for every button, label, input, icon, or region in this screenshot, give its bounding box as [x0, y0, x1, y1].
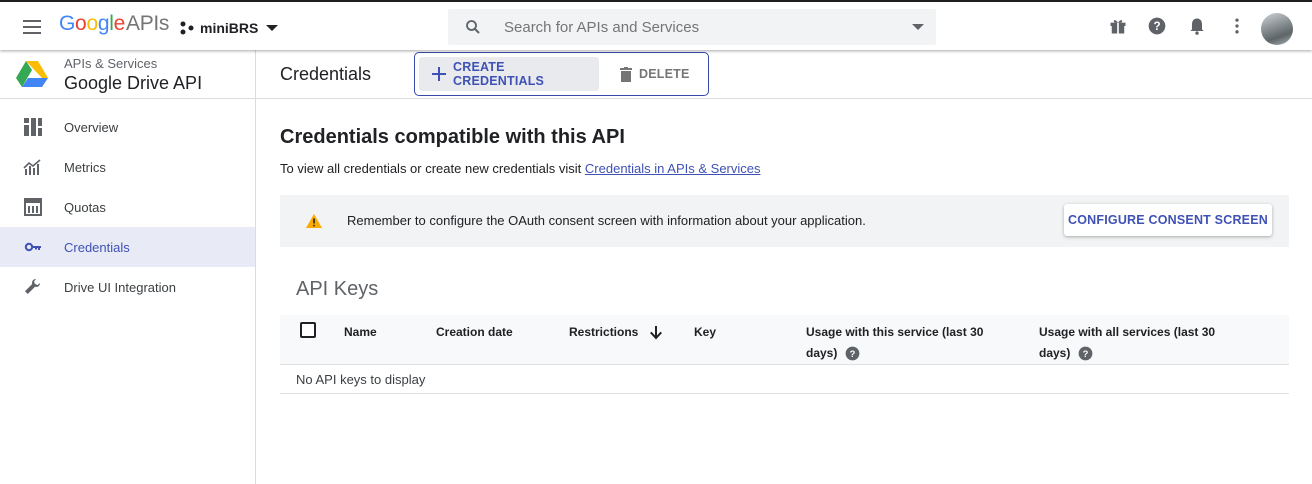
table-header: Name Creation date Restrictions Key Usag… — [280, 315, 1289, 365]
search-input[interactable] — [504, 9, 884, 45]
help-icon[interactable]: ? — [1147, 16, 1167, 36]
column-header-line-2: days)? — [1039, 343, 1215, 364]
column-header-restrictions[interactable]: Restrictions — [569, 322, 662, 343]
column-header-line-2-text: days) — [806, 346, 838, 360]
column-header-label: Restrictions — [569, 325, 639, 339]
column-header-line: Usage with all services (last 30 — [1039, 325, 1216, 339]
avatar[interactable] — [1261, 13, 1293, 45]
sidebar-item-label: Drive UI Integration — [64, 279, 176, 295]
help-icon[interactable]: ? — [845, 346, 860, 361]
logo-google-text: Google — [59, 12, 125, 35]
configure-consent-screen-button[interactable]: CONFIGURE CONSENT SCREEN — [1064, 204, 1272, 236]
sidebar-item-label: Quotas — [64, 199, 106, 215]
banner-message: Remember to configure the OAuth consent … — [347, 213, 866, 228]
help-icon[interactable]: ? — [1078, 346, 1093, 361]
sidebar-item-overview[interactable]: Overview — [0, 107, 255, 147]
create-credentials-label: CREATE CREDENTIALS — [453, 60, 545, 88]
info-text: To view all credentials or create new cr… — [280, 161, 761, 176]
column-header-creation-date[interactable]: Creation date — [436, 322, 513, 343]
column-header-line-2-text: days) — [1039, 346, 1071, 360]
main-content: Credentials CREATE CREDENTIALS DELETE Cr… — [256, 50, 1312, 484]
search-bar — [448, 9, 936, 45]
sidebar-header: APIs & Services Google Drive API — [0, 50, 255, 99]
top-app-bar: GoogleAPIs miniBRS ? — [0, 0, 1312, 50]
sidebar-item-label: Metrics — [64, 159, 106, 175]
column-header-name[interactable]: Name — [344, 322, 377, 343]
metrics-icon — [23, 159, 41, 175]
delete-label: DELETE — [639, 67, 690, 81]
search-dropdown-icon[interactable] — [912, 23, 924, 31]
overview-icon — [24, 118, 42, 136]
sidebar-supertitle: APIs & Services — [64, 56, 158, 71]
oauth-warning-banner: Remember to configure the OAuth consent … — [280, 195, 1289, 247]
column-header-key[interactable]: Key — [694, 322, 716, 343]
chevron-down-icon — [266, 25, 279, 31]
sidebar-item-label: Overview — [64, 119, 119, 135]
more-vert-icon[interactable] — [1227, 16, 1247, 36]
wrench-icon — [25, 279, 40, 294]
credentials-link[interactable]: Credentials in APIs & Services — [585, 161, 761, 176]
google-drive-icon — [16, 61, 48, 87]
gift-icon[interactable] — [1108, 16, 1128, 36]
sidebar-item-quotas[interactable]: Quotas — [0, 187, 255, 227]
project-name: miniBRS — [200, 20, 259, 36]
empty-message: No API keys to display — [296, 372, 426, 387]
sidebar-item-drive-ui-integration[interactable]: Drive UI Integration — [0, 267, 255, 307]
section-heading: Credentials compatible with this API — [280, 126, 625, 148]
project-selector[interactable]: miniBRS — [180, 14, 284, 42]
sidebar-item-metrics[interactable]: Metrics — [0, 147, 255, 187]
action-toolbar: CREATE CREDENTIALS DELETE — [414, 52, 709, 96]
select-all-checkbox[interactable] — [300, 322, 316, 338]
quotas-icon — [24, 198, 42, 216]
svg-text:?: ? — [850, 349, 856, 359]
key-icon — [24, 242, 41, 252]
page-title: Credentials — [280, 64, 372, 84]
menu-icon[interactable] — [20, 15, 44, 39]
notifications-icon[interactable] — [1187, 16, 1207, 36]
project-icon — [180, 21, 194, 35]
logo-apis-text: APIs — [125, 12, 170, 35]
search-icon[interactable] — [464, 18, 482, 36]
column-header-usage-service[interactable]: Usage with this service (last 30 days)? — [806, 322, 983, 364]
google-apis-logo[interactable]: GoogleAPIs — [59, 12, 169, 36]
column-header-line-2: days)? — [806, 343, 983, 364]
delete-button[interactable]: DELETE — [611, 57, 699, 91]
warning-icon — [306, 214, 322, 228]
sidebar-item-credentials[interactable]: Credentials — [0, 227, 255, 267]
sidebar: APIs & Services Google Drive API Overvie… — [0, 50, 256, 484]
svg-text:?: ? — [1153, 20, 1160, 33]
sort-arrow-down-icon[interactable] — [649, 325, 662, 340]
sidebar-item-label: Credentials — [64, 239, 130, 255]
api-keys-title: API Keys — [296, 278, 379, 300]
add-icon — [432, 67, 446, 81]
info-text-prefix: To view all credentials or create new cr… — [280, 161, 585, 176]
column-header-usage-all[interactable]: Usage with all services (last 30 days)? — [1039, 322, 1215, 364]
empty-row: No API keys to display — [280, 365, 1289, 394]
api-name: Google Drive API — [64, 73, 203, 93]
create-credentials-button[interactable]: CREATE CREDENTIALS — [419, 57, 599, 91]
svg-text:?: ? — [1083, 349, 1089, 359]
trash-icon — [620, 67, 632, 82]
api-keys-table: Name Creation date Restrictions Key Usag… — [280, 315, 1289, 394]
page-header: Credentials CREATE CREDENTIALS DELETE — [256, 50, 1312, 99]
column-header-line: Usage with this service (last 30 — [806, 325, 984, 339]
